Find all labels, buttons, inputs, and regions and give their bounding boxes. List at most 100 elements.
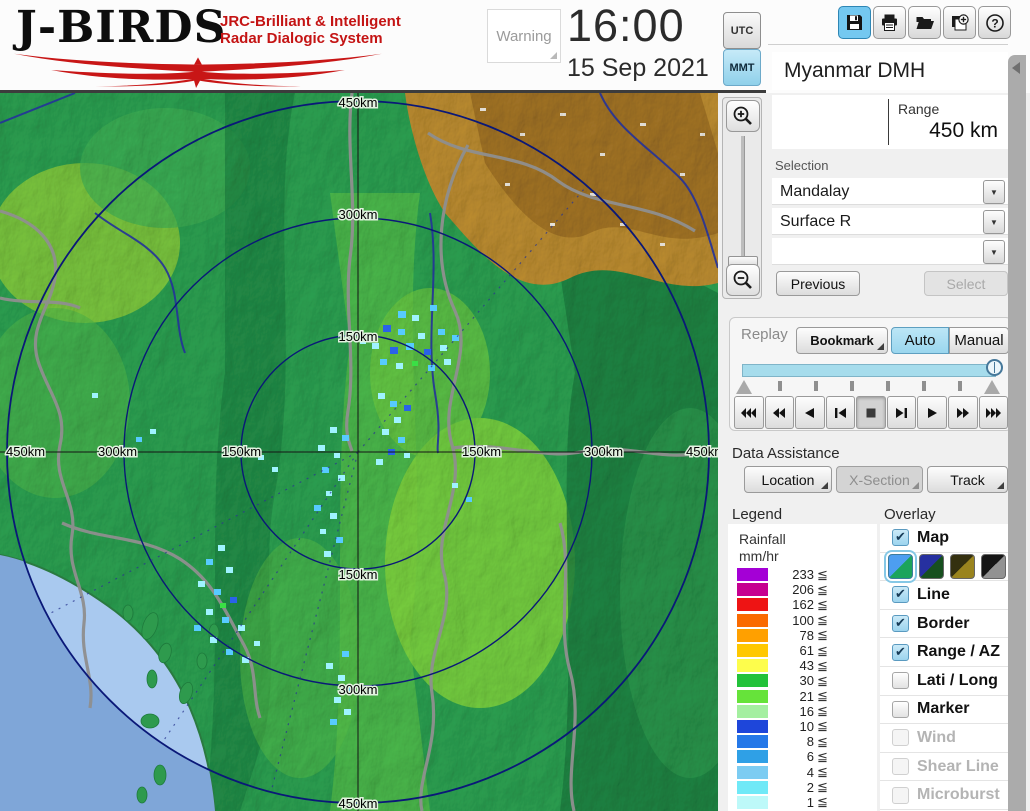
help-button[interactable]: ? [978,6,1011,39]
legend-title: Rainfall [739,531,786,547]
fast-rewind-button[interactable] [764,396,795,429]
panel-collapse-strip[interactable] [1008,55,1026,811]
map-style-black-gray[interactable] [981,553,1006,579]
bookmark-button[interactable]: Bookmark [796,327,888,354]
legend-color-swatch [737,765,768,779]
map-style-navy-darkgreen[interactable] [919,553,944,579]
product-dropdown[interactable]: Surface R ▼ [772,208,1008,235]
overlay-row-lati-long: Lati / Long [880,667,1008,696]
legend-row: 4 ≦ [728,764,877,780]
range-az-checkbox[interactable] [892,643,909,661]
legend-row: 43 ≦ [728,658,877,673]
auto-mode-button[interactable]: Auto [891,327,949,354]
add-snapshot-icon [951,13,969,30]
play-icon [927,407,937,418]
step-back-icon [834,407,846,418]
print-button[interactable] [873,6,906,39]
print-icon [882,14,897,31]
legend-value: 61 [799,643,814,659]
legend-lte-icon: ≦ [817,657,828,673]
mmt-timezone-button[interactable]: MMT [723,49,761,86]
map-zoom-control [722,97,762,299]
legend-lte-icon: ≦ [817,703,828,719]
jump-end-button[interactable] [978,396,1009,429]
reverse-play-button[interactable] [795,396,825,429]
chevron-down-icon[interactable]: ▼ [983,210,1005,234]
range-divider [888,99,889,145]
legend-value: 2 [806,779,814,795]
chevron-down-icon[interactable]: ▼ [983,240,1005,264]
ring-label-w450: 450km [6,444,45,459]
x-section-button[interactable]: X-Section [836,466,923,493]
zoom-out-button[interactable] [726,264,760,296]
site-dropdown-value: Mandalay [780,183,850,200]
ring-label-w300: 300km [98,444,137,459]
step-forward-icon [896,407,908,418]
legend-color-swatch [737,689,768,703]
marker-checkbox[interactable] [892,700,909,718]
station-name-field[interactable]: Myanmar DMH [772,52,1008,90]
replay-tick [922,381,926,391]
legend-row: 78 ≦ [728,627,877,643]
legend-value: 43 [799,658,814,674]
microburst-checkbox-label: Microburst [917,786,1000,804]
map-checkbox[interactable] [892,529,909,547]
chevron-down-icon[interactable]: ▼ [983,180,1005,204]
legend-value: 4 [806,764,814,780]
step-forward-button[interactable] [886,396,917,429]
warning-button-label: Warning [496,27,552,45]
previous-button[interactable]: Previous [776,271,860,296]
track-button-label: Track [950,471,985,488]
site-dropdown[interactable]: Mandalay ▼ [772,178,1008,205]
marker-checkbox-label: Marker [917,700,970,718]
legend-lte-icon: ≦ [817,642,828,658]
shear-line-checkbox [892,758,909,776]
jump-start-icon [741,407,757,418]
location-button[interactable]: Location [744,466,832,493]
manual-mode-button[interactable]: Manual [949,327,1009,354]
stop-button[interactable] [856,396,886,429]
station-name: Myanmar DMH [784,59,926,82]
replay-label: Replay [741,326,788,343]
ring-label-n450: 450km [338,95,377,110]
overlay-row-shear-line: Shear Line [880,753,1008,782]
lati-long-checkbox-label: Lati / Long [917,671,998,689]
track-button[interactable]: Track [927,466,1008,493]
play-button[interactable] [917,396,947,429]
jump-start-button[interactable] [734,396,764,429]
replay-range-end-marker[interactable] [984,380,1000,394]
map-style-blue-green[interactable] [888,553,913,579]
save-button[interactable] [838,6,871,39]
border-checkbox-label: Border [917,614,970,632]
select-button[interactable]: Select [924,271,1008,296]
legend-color-swatch [737,613,768,627]
replay-range-start-marker[interactable] [736,380,752,394]
overlay-options: Map Line Border Range / AZ Lati / Long M… [880,524,1008,811]
replay-slider-track[interactable] [742,364,996,377]
add-snapshot-button[interactable] [943,6,976,39]
utc-timezone-button[interactable]: UTC [723,12,761,49]
overlay-row-map: Map [880,524,1008,553]
zoom-in-button[interactable] [726,100,760,132]
ring-label-n150: 150km [338,329,377,344]
location-button-label: Location [761,471,815,488]
extra-dropdown[interactable]: ▼ [772,238,1008,265]
map-style-olive-gold[interactable] [950,553,975,579]
open-folder-button[interactable] [908,6,941,39]
replay-slider-thumb[interactable] [986,359,1003,376]
step-back-button[interactable] [825,396,856,429]
fast-forward-button[interactable] [947,396,978,429]
legend-scale: 233 ≦ 206 ≦ 162 ≦ 100 ≦ 78 ≦ 61 ≦ 43 ≦ 30 ≦ 21 ≦ … [728,567,877,810]
warning-button[interactable]: Warning [487,9,561,63]
line-checkbox[interactable] [892,586,909,604]
selection-label: Selection [775,158,829,173]
ring-label-e150: 150km [462,444,501,459]
lati-long-checkbox[interactable] [892,672,909,690]
zoom-slider-track[interactable] [741,136,745,258]
auto-button-label: Auto [904,332,936,349]
data-assistance-label: Data Assistance [732,445,840,462]
zoom-out-icon [733,270,752,289]
radar-map[interactable]: 450km 300km 150km 150km 300km 450km 450k… [0,92,760,811]
fast-forward-icon [956,407,969,418]
border-checkbox[interactable] [892,615,909,633]
